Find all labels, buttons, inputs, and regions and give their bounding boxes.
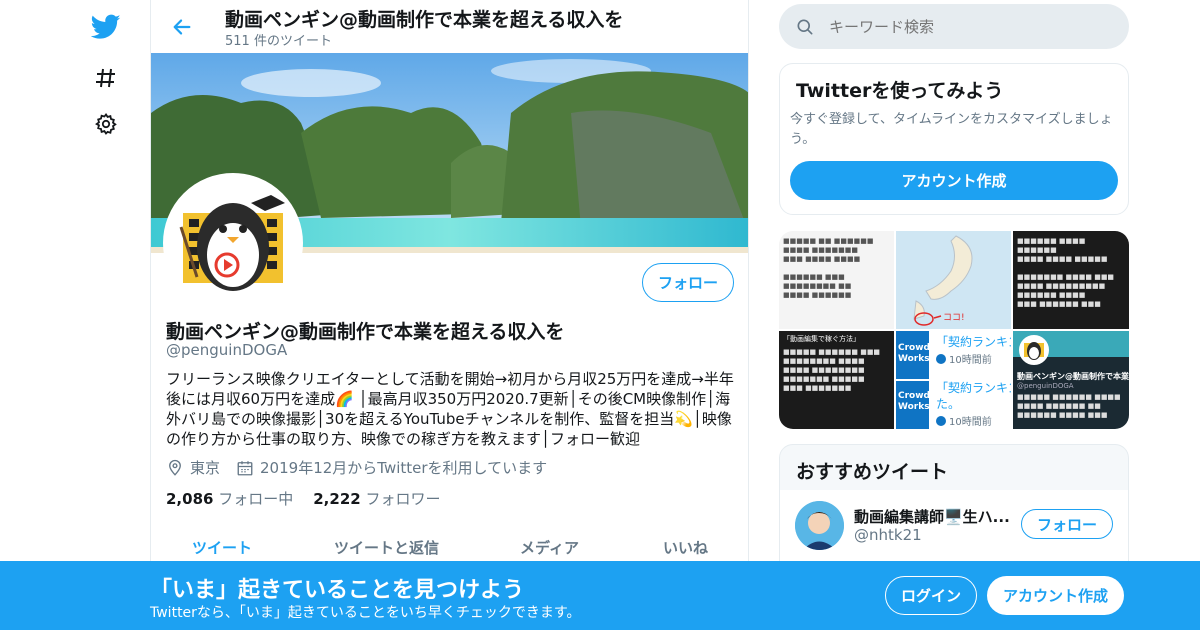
search-input[interactable] <box>829 17 1099 36</box>
tab-tweets-and-replies[interactable]: ツイートと返信 <box>334 537 439 558</box>
link-time: 10時間前 <box>949 355 992 366</box>
followers-count: 2,222 <box>313 490 361 508</box>
follow-button[interactable]: フォロー <box>642 263 734 302</box>
link-preview[interactable]: Crowd Works 「契約ランキン た。 10時間前 <box>896 381 1011 429</box>
profile-handle: @penguinDOGA <box>166 341 288 359</box>
link-text: 「契約ランキン <box>936 335 1011 349</box>
create-account-button[interactable]: アカウント作成 <box>790 161 1118 200</box>
media-thumbnail[interactable]: ■■■■■■ ■■■■ ■■■■■■ ■■■■ ■■■■ ■■■■■ ■■■■■■■… <box>1013 231 1129 329</box>
media-thumbnail-profile[interactable]: 動画ペンギン@動画制作で本業を @penguinDOGA ■■■■■ ■■■■■… <box>1013 331 1129 429</box>
mini-avatar <box>1019 335 1049 365</box>
media-thumbnail[interactable]: 「動画編集で稼ぐ方法」 ■■■■■ ■■■■■■ ■■■ ■■■■■■■■ ■■■… <box>779 331 894 429</box>
info-icon <box>936 415 946 426</box>
recommended-user-handle: @nhtk21 <box>854 526 922 544</box>
search-box[interactable] <box>779 4 1129 49</box>
thumbnail-heading: 「動画編集で稼ぐ方法」 <box>783 335 860 343</box>
map-annotation: ココ! <box>943 313 965 323</box>
gear-icon[interactable] <box>88 106 124 142</box>
hashtag-icon[interactable] <box>88 60 124 96</box>
info-icon <box>936 353 946 364</box>
recommended-user-name[interactable]: 動画編集講師🖥️生ハ... <box>854 506 1010 527</box>
link-preview[interactable]: Crowd Works 「契約ランキン 10時間前 <box>896 331 1011 379</box>
followers-label: フォロワー <box>365 490 441 508</box>
crowdworks-logo: Crowd Works <box>896 331 930 379</box>
followers-link[interactable]: 2,222 フォロワー <box>313 488 440 509</box>
profile-bio: フリーランス映像クリエイターとして活動を開始→初月から月収25万円を達成→半年後… <box>166 370 734 448</box>
link-text: 「契約ランキン <box>936 381 1011 395</box>
location-icon <box>166 459 184 477</box>
following-count: 2,086 <box>166 490 214 508</box>
tweet-count: 511 件のツイート <box>225 34 332 49</box>
signup-bottom-bar: 「いま」起きていることを見つけよう Twitterなら、「いま」起きていることを… <box>0 561 1200 630</box>
media-thumbnail-map[interactable]: ココ! <box>896 231 1011 329</box>
search-icon <box>795 17 815 37</box>
back-arrow-icon[interactable] <box>165 10 199 44</box>
profile-name: 動画ペンギン@動画制作で本業を超える収入を <box>166 321 565 343</box>
twitter-bird-icon[interactable] <box>88 9 124 45</box>
follow-counts: 2,086 フォロー中 2,222 フォロワー <box>166 488 441 509</box>
following-label: フォロー中 <box>218 490 294 508</box>
link-text-continued: た。 <box>936 397 961 411</box>
location-text: 東京 <box>190 459 221 477</box>
media-grid: ■■■■■ ■■ ■■■■■■ ■■■■ ■■■■■■■ ■■■ ■■■■ ■■■■… <box>779 231 1129 429</box>
tab-media[interactable]: メディア <box>520 537 579 558</box>
media-thumbnail[interactable]: ■■■■■ ■■ ■■■■■■ ■■■■ ■■■■■■■ ■■■ ■■■■ ■■■■… <box>779 231 894 329</box>
mini-profile-name: 動画ペンギン@動画制作で本業を <box>1017 372 1129 381</box>
login-button[interactable]: ログイン <box>885 576 977 615</box>
tab-tweets[interactable]: ツイート <box>192 537 252 558</box>
bottom-bar-subtext: Twitterなら、「いま」起きていることをいち早くチェックできます。 <box>150 605 581 621</box>
profile-header: 動画ペンギン@動画制作で本業を超える収入を 511 件のツイート <box>151 0 748 53</box>
tab-likes[interactable]: いいね <box>663 537 708 558</box>
profile-meta: 東京 2019年12月からTwitterを利用しています <box>166 457 547 478</box>
bottom-bar-headline: 「いま」起きていることを見つけよう <box>150 578 525 603</box>
calendar-icon <box>236 459 254 477</box>
joined-date: 2019年12月からTwitterを利用しています <box>260 459 548 477</box>
recommended-title: おすすめツイート <box>796 461 949 483</box>
signup-card-title: Twitterを使ってみよう <box>796 80 1004 102</box>
crowdworks-logo: Crowd Works <box>896 381 930 429</box>
mini-profile-handle: @penguinDOGA <box>1017 382 1074 390</box>
profile-avatar[interactable] <box>163 173 303 313</box>
recommended-follow-button[interactable]: フォロー <box>1021 509 1113 539</box>
left-navigation <box>0 0 150 630</box>
header-title: 動画ペンギン@動画制作で本業を超える収入を <box>225 9 624 31</box>
following-link[interactable]: 2,086 フォロー中 <box>166 488 293 509</box>
profile-column: 動画ペンギン@動画制作で本業を超える収入を 511 件のツイート フォロー 動画… <box>150 0 749 630</box>
link-time: 10時間前 <box>949 417 992 428</box>
signup-card: Twitterを使ってみよう 今すぐ登録して、タイムラインをカスタマイズしましょ… <box>779 63 1129 215</box>
signup-button[interactable]: アカウント作成 <box>987 576 1124 615</box>
avatar[interactable] <box>795 501 844 550</box>
signup-card-description: 今すぐ登録して、タイムラインをカスタマイズしましょう。 <box>790 112 1113 147</box>
